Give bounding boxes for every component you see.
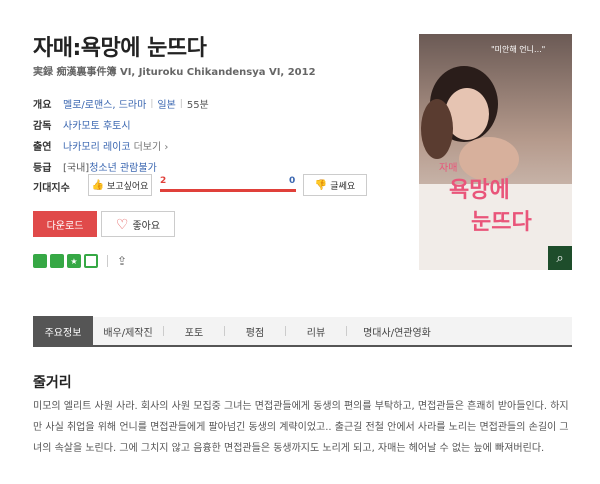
movie-poster[interactable]: "미안해 언니..." 자매 욕망에 눈뜨다 ⌕ bbox=[419, 34, 572, 270]
synopsis-text: 미모의 엘리트 사원 사라. 회사의 사원 모집중 그녀는 면접관들에게 동생의… bbox=[33, 401, 569, 454]
not-sure-button[interactable]: 👎 글쎄요 bbox=[303, 174, 367, 196]
detail-tabs: 주요정보 배우/제작진 포토 평점 리뷰 명대사/연관영화 bbox=[33, 316, 572, 347]
cast-label: 출연 bbox=[33, 142, 52, 153]
info-row-genre: 개요 멜로/로맨스, 드라마 | 일본 | 55분 bbox=[33, 93, 383, 114]
genre-label: 개요 bbox=[33, 100, 52, 111]
divider: | bbox=[179, 98, 183, 109]
rating-prefix: [국내] bbox=[63, 163, 90, 174]
tab-rating[interactable]: 평점 bbox=[225, 316, 285, 346]
director-label: 감독 bbox=[33, 121, 52, 132]
country-link[interactable]: 일본 bbox=[157, 96, 175, 111]
zoom-icon[interactable]: ⌕ bbox=[548, 246, 572, 270]
like-button[interactable]: ♡ 좋아요 bbox=[101, 211, 175, 237]
genre-link[interactable]: 멜로/로맨스, 드라마 bbox=[63, 96, 146, 111]
movie-info: 개요 멜로/로맨스, 드라마 | 일본 | 55분 감독 사카모토 후토시 출연… bbox=[33, 93, 383, 177]
cast-more-link[interactable]: 더보기 › bbox=[134, 138, 169, 153]
info-row-cast: 출연 나카모리 레이코 더보기 › bbox=[33, 135, 383, 156]
thumbs-up-icon: 👍 bbox=[91, 179, 105, 191]
want-count: 2 bbox=[160, 176, 167, 186]
rating-label: 등급 bbox=[33, 163, 52, 174]
info-row-director: 감독 사카모토 후토시 bbox=[33, 114, 383, 135]
want-to-see-button[interactable]: 👍 보고싶어요 bbox=[88, 174, 152, 196]
poster-title-line1: 욕망에 bbox=[449, 178, 510, 203]
tab-main-info[interactable]: 주요정보 bbox=[33, 316, 93, 346]
divider bbox=[107, 255, 108, 267]
cast-link[interactable]: 나카모리 레이코 bbox=[63, 138, 131, 153]
like-label: 좋아요 bbox=[132, 220, 161, 232]
expectation-bar bbox=[160, 189, 296, 192]
poster-title-line2: 눈뜨다 bbox=[471, 210, 532, 235]
tab-cast-crew[interactable]: 배우/제작진 bbox=[93, 316, 163, 346]
no-count: 0 bbox=[289, 176, 296, 186]
expectation-label: 기대지수 bbox=[33, 183, 70, 194]
want-to-see-label: 보고싶어요 bbox=[107, 180, 149, 191]
movie-subtitle: 実録 痴漢裏事件簿 VI, Jituroku Chikandensya VI, … bbox=[33, 67, 316, 78]
expectation-bar-fill bbox=[160, 189, 296, 192]
tab-review[interactable]: 리뷰 bbox=[286, 316, 346, 346]
runtime: 55분 bbox=[186, 100, 209, 111]
poster-caption: "미안해 언니..." bbox=[491, 45, 546, 54]
synopsis-heading: 줄거리 bbox=[33, 375, 72, 391]
rating-link[interactable]: 청소년 관람불가 bbox=[89, 159, 157, 174]
not-sure-label: 글쎄요 bbox=[330, 180, 356, 191]
thumbs-down-icon: 👎 bbox=[314, 179, 328, 191]
download-button[interactable]: 다운로드 bbox=[33, 211, 97, 237]
bookmark-share-icon[interactable] bbox=[84, 254, 98, 268]
tab-quotes-related[interactable]: 명대사/연관영화 bbox=[347, 316, 447, 346]
café-share-icon[interactable] bbox=[50, 254, 64, 268]
share-icon[interactable]: ⇪ bbox=[117, 254, 127, 268]
star-share-icon[interactable]: ★ bbox=[67, 254, 81, 268]
blog-share-icon[interactable] bbox=[33, 254, 47, 268]
tab-photo[interactable]: 포토 bbox=[164, 316, 224, 346]
divider: | bbox=[150, 98, 154, 109]
expectation-index: 기대지수 👍 보고싶어요 2 0 👎 글쎄요 bbox=[33, 174, 373, 196]
heart-icon: ♡ bbox=[115, 216, 129, 232]
director-link[interactable]: 사카모토 후토시 bbox=[63, 117, 131, 132]
movie-title: 자매:욕망에 눈뜨다 bbox=[33, 36, 207, 61]
share-badges: ★ ⇪ bbox=[33, 254, 127, 268]
